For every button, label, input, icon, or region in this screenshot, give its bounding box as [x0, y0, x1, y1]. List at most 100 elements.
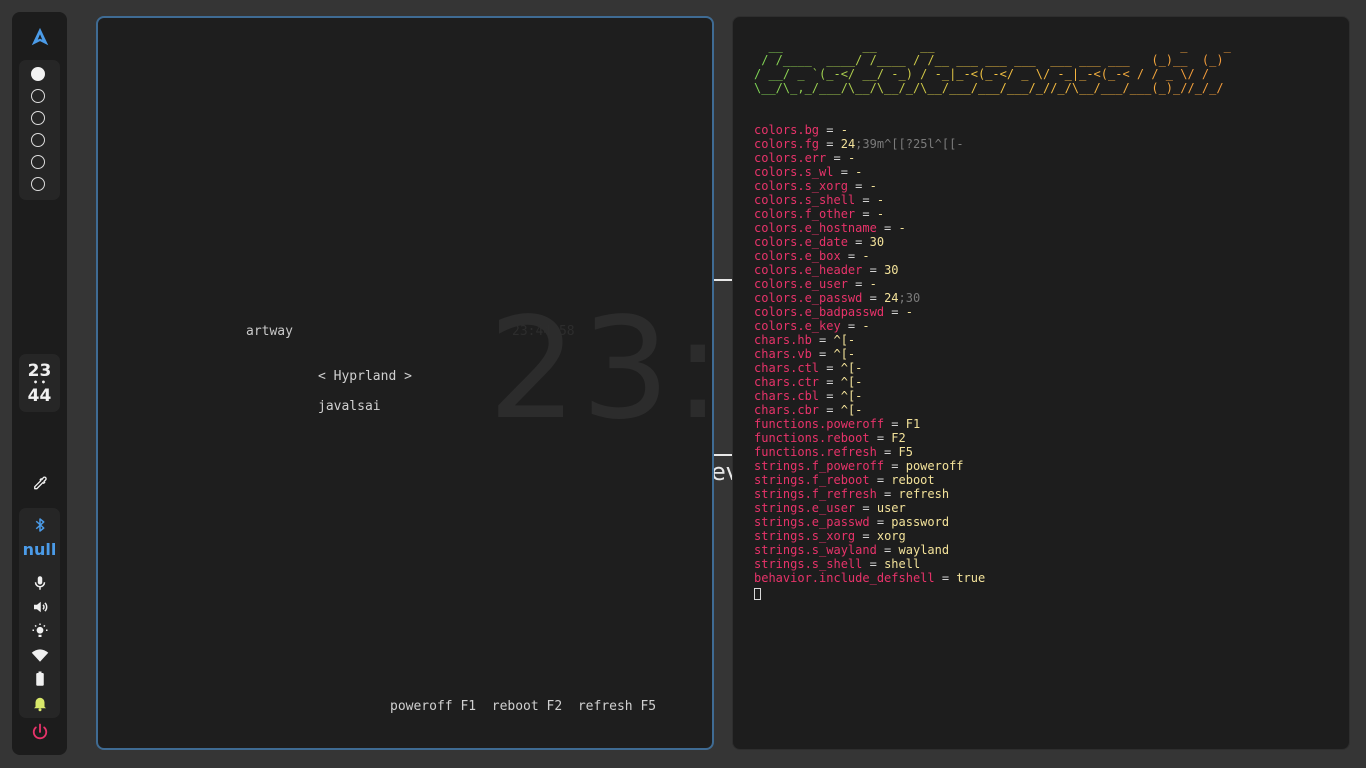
microphone-icon[interactable] — [31, 574, 49, 592]
terminal-cursor — [754, 587, 761, 600]
config-line: chars.ctr = ^[- — [754, 375, 985, 389]
config-value: 24 — [840, 137, 856, 151]
greeter-window[interactable]: 23:4 23:44:58 artway < Hyprland > javals… — [96, 16, 714, 750]
workspace-2[interactable] — [31, 89, 45, 103]
workspace-3[interactable] — [31, 111, 45, 125]
config-line: colors.e_passwd = 24;30 — [754, 291, 985, 305]
config-equals: = — [847, 179, 870, 193]
config-value: - — [862, 319, 870, 333]
config-escape-residue: ;39m^[[?25l^[[- — [855, 137, 964, 151]
terminal-window[interactable]: __ __ __ _ _ / /____ ____/ /____ / /__ _… — [732, 16, 1350, 750]
config-equals: = — [884, 417, 906, 431]
config-value: 30 — [869, 235, 885, 249]
config-value: ^[- — [833, 333, 856, 347]
config-equals: = — [855, 207, 877, 221]
wifi-icon[interactable] — [31, 646, 49, 664]
config-key: strings.s_shell — [754, 557, 863, 571]
config-equals: = — [884, 459, 906, 473]
ascii-line-3: / __/ _ `(_-</ __/ -_) / -_|_-<(_-</ _ \… — [754, 67, 1217, 81]
config-value: ^[- — [833, 347, 856, 361]
ascii-art-banner: __ __ __ _ _ / /____ ____/ /____ / /__ _… — [754, 39, 1238, 95]
config-key: colors.e_passwd — [754, 291, 863, 305]
config-key: strings.s_wayland — [754, 543, 877, 557]
config-line: strings.s_shell = shell — [754, 557, 985, 571]
config-key: colors.f_other — [754, 207, 856, 221]
terminal-prompt[interactable] — [754, 586, 985, 600]
config-equals: = — [862, 263, 885, 277]
config-value: 24 — [884, 291, 899, 305]
config-value: ^[- — [840, 361, 863, 375]
config-escape-residue: ;30 — [898, 291, 921, 305]
config-key: behavior.include_defshell — [754, 571, 935, 585]
config-key: functions.poweroff — [754, 417, 885, 431]
config-value: F5 — [898, 445, 913, 459]
workspace-5[interactable] — [31, 155, 45, 169]
config-equals: = — [819, 375, 841, 389]
config-line: strings.e_user = user — [754, 501, 985, 515]
arch-logo-icon[interactable] — [29, 26, 51, 48]
config-line: colors.f_other = - — [754, 207, 985, 221]
config-key: functions.reboot — [754, 431, 870, 445]
config-equals: = — [811, 347, 834, 361]
brightness-icon[interactable] — [31, 622, 49, 640]
config-line: strings.s_xorg = xorg — [754, 529, 985, 543]
config-line: colors.e_header = 30 — [754, 263, 985, 277]
workspace-switcher — [19, 60, 60, 200]
config-line: colors.e_date = 30 — [754, 235, 985, 249]
config-value: xorg — [876, 529, 906, 543]
bluetooth-icon[interactable] — [31, 516, 49, 534]
config-line: strings.e_passwd = password — [754, 515, 985, 529]
config-line: colors.err = - — [754, 151, 985, 165]
config-key: colors.e_header — [754, 263, 863, 277]
username-field[interactable]: javalsai — [318, 399, 381, 414]
workspace-6[interactable] — [31, 177, 45, 191]
battery-icon[interactable] — [31, 670, 49, 688]
config-value: - — [898, 221, 906, 235]
config-value: refresh — [898, 487, 950, 501]
config-value: - — [862, 249, 870, 263]
config-equals: = — [855, 193, 877, 207]
config-key: colors.fg — [754, 137, 820, 151]
config-key: colors.s_shell — [754, 193, 856, 207]
config-line: colors.s_xorg = - — [754, 179, 985, 193]
eyedropper-icon[interactable] — [31, 475, 49, 493]
config-equals: = — [876, 543, 899, 557]
config-key: colors.e_date — [754, 235, 848, 249]
config-value: true — [956, 571, 986, 585]
workspace-1[interactable] — [31, 67, 45, 81]
bar-clock[interactable]: 23 • • 44 — [19, 354, 60, 412]
config-equals: = — [934, 571, 957, 585]
config-line: strings.f_refresh = refresh — [754, 487, 985, 501]
config-equals: = — [819, 361, 841, 375]
config-key: strings.e_user — [754, 501, 856, 515]
config-key: chars.ctr — [754, 375, 820, 389]
config-equals: = — [840, 319, 863, 333]
config-key: strings.s_xorg — [754, 529, 856, 543]
config-line: functions.refresh = F5 — [754, 445, 985, 459]
config-value: - — [876, 193, 885, 207]
config-equals: = — [855, 529, 877, 543]
config-equals: = — [819, 137, 841, 151]
config-line: colors.e_hostname = - — [754, 221, 985, 235]
config-line: behavior.include_defshell = true — [754, 571, 985, 585]
config-value: reboot — [891, 473, 935, 487]
config-line: colors.bg = - — [754, 123, 985, 137]
config-equals: = — [847, 235, 870, 249]
config-key: chars.hb — [754, 333, 812, 347]
workspace-4[interactable] — [31, 133, 45, 147]
config-equals: = — [840, 249, 863, 263]
config-value: wayland — [898, 543, 950, 557]
config-equals: = — [811, 333, 834, 347]
bell-icon[interactable] — [31, 694, 49, 712]
config-value: shell — [884, 557, 921, 571]
volume-icon[interactable] — [31, 598, 49, 616]
config-key: chars.cbr — [754, 403, 820, 417]
config-key: chars.cbl — [754, 389, 820, 403]
config-equals: = — [869, 431, 892, 445]
config-line: chars.ctl = ^[- — [754, 361, 985, 375]
config-value: - — [840, 123, 848, 137]
config-key: strings.f_poweroff — [754, 459, 885, 473]
config-line: colors.e_key = - — [754, 319, 985, 333]
session-selector[interactable]: < Hyprland > — [318, 369, 412, 384]
power-icon[interactable] — [30, 722, 50, 742]
